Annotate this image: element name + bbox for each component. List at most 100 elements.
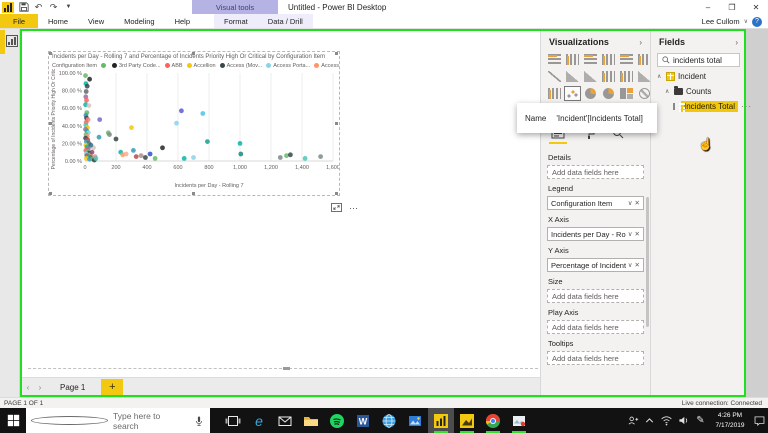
report-view-icon[interactable]	[6, 35, 18, 47]
account-name[interactable]: Lee Cullom	[702, 17, 740, 26]
expander-icon[interactable]: ∧	[657, 73, 663, 80]
power-bi-file-icon[interactable]	[454, 408, 480, 433]
field-pill-legend[interactable]: Configuration Item ∨ ✕	[547, 196, 644, 210]
legend-item[interactable]: Access Rack...	[314, 63, 339, 69]
pill-remove-icon[interactable]: ✕	[635, 199, 640, 207]
prev-page-icon[interactable]: ‹	[22, 383, 34, 392]
resize-handle[interactable]	[49, 192, 52, 195]
ribbon-tab-home[interactable]: Home	[38, 14, 78, 28]
100-stacked-bar-chart-icon[interactable]	[619, 53, 634, 66]
screenshot-tool-icon[interactable]	[506, 408, 532, 433]
edge-icon[interactable]: e	[246, 408, 272, 433]
pill-dropdown-icon[interactable]: ∨	[628, 261, 633, 269]
waterfall-chart-icon[interactable]	[547, 87, 562, 100]
report-canvas[interactable]: Incidents per Day - Rolling 7 and Percen…	[21, 29, 745, 397]
undo-icon[interactable]: ↶	[33, 2, 44, 13]
action-center-icon[interactable]	[751, 408, 768, 433]
minimize-button[interactable]: –	[696, 0, 720, 14]
more-options-icon[interactable]: ···	[741, 102, 752, 111]
well-dropzone-details[interactable]: Add data fields here	[547, 165, 644, 179]
pill-dropdown-icon[interactable]: ∨	[628, 199, 633, 207]
page-tab[interactable]: Page 1	[46, 378, 99, 396]
pill-remove-icon[interactable]: ✕	[635, 261, 640, 269]
focus-mode-icon[interactable]	[331, 199, 342, 217]
stacked-area-chart-icon[interactable]	[583, 70, 598, 83]
task-view-icon[interactable]	[220, 408, 246, 433]
scatter-chart-visual[interactable]: Incidents per Day - Rolling 7 and Percen…	[48, 51, 340, 196]
tree-item-incidents-total[interactable]: Incidents Total ···	[651, 99, 751, 114]
pill-remove-icon[interactable]: ✕	[635, 230, 640, 238]
resize-handle[interactable]	[49, 52, 52, 55]
volume-icon[interactable]	[675, 408, 692, 433]
mail-icon[interactable]	[272, 408, 298, 433]
maximize-button[interactable]: ❐	[720, 0, 744, 14]
clustered-bar-chart-icon[interactable]	[583, 53, 598, 66]
help-icon[interactable]: ?	[752, 16, 762, 27]
donut-chart-icon[interactable]	[601, 87, 616, 100]
treemap-icon[interactable]	[619, 87, 634, 100]
taskbar-search-input[interactable]: Type here to search	[26, 408, 210, 433]
legend-item[interactable]: ABB	[164, 63, 183, 69]
account-dropdown-icon[interactable]: ∨	[744, 18, 748, 25]
word-icon[interactable]: W	[350, 408, 376, 433]
resize-handle[interactable]	[192, 52, 195, 55]
ribbon-tab-format[interactable]: Format	[214, 14, 258, 28]
field-checkbox[interactable]	[673, 103, 675, 110]
line-chart-icon[interactable]	[547, 70, 562, 83]
pen-icon[interactable]: ✎	[692, 408, 709, 433]
save-icon[interactable]	[18, 2, 29, 13]
ribbon-tab-help[interactable]: Help	[165, 14, 200, 28]
clustered-column-chart-icon[interactable]	[601, 53, 616, 66]
expander-icon[interactable]: ∧	[665, 88, 671, 95]
legend-item[interactable]	[100, 63, 108, 68]
stacked-column-chart-icon[interactable]	[565, 53, 580, 66]
pie-chart-icon[interactable]	[583, 87, 598, 100]
pane-scrollbar[interactable]	[646, 197, 649, 327]
chrome-icon[interactable]	[480, 408, 506, 433]
microphone-icon[interactable]	[193, 415, 205, 427]
ribbon-tab-modeling[interactable]: Modeling	[114, 14, 164, 28]
resize-handle[interactable]	[192, 192, 195, 195]
field-search-input[interactable]: incidents total	[657, 53, 740, 67]
line-clustered-column-chart-icon[interactable]	[619, 70, 634, 83]
add-page-button[interactable]: +	[101, 378, 124, 396]
well-dropzone-size[interactable]: Add data fields here	[547, 289, 644, 303]
area-chart-icon[interactable]	[565, 70, 580, 83]
more-options-icon[interactable]: ⋯	[349, 203, 359, 214]
stacked-bar-chart-icon[interactable]	[547, 53, 562, 66]
next-page-icon[interactable]: ›	[34, 383, 46, 392]
resize-handle[interactable]	[335, 52, 338, 55]
chevron-up-icon[interactable]	[641, 408, 658, 433]
measure-label[interactable]: Incidents Total	[681, 101, 738, 112]
network-icon[interactable]	[658, 408, 675, 433]
resize-handle[interactable]	[49, 122, 52, 125]
ribbon-tab-view[interactable]: View	[78, 14, 114, 28]
qat-dropdown-icon[interactable]: ▼	[63, 2, 74, 13]
legend-item[interactable]: Access (Mov...	[219, 63, 262, 69]
taskbar-clock[interactable]: 4:26 PM 7/17/2019	[711, 411, 749, 431]
spotify-icon[interactable]	[324, 408, 350, 433]
redo-icon[interactable]: ↷	[48, 2, 59, 13]
tree-item-counts-folder[interactable]: ∧ Counts	[651, 84, 746, 99]
legend-item[interactable]: Accellion	[186, 63, 216, 69]
ribbon-tab-file[interactable]: File	[0, 14, 38, 28]
file-explorer-icon[interactable]	[298, 408, 324, 433]
legend-item[interactable]: Access Porta...	[266, 63, 310, 69]
well-dropzone-tooltips[interactable]: Add data fields here	[547, 351, 644, 365]
scatter-chart-icon[interactable]	[564, 86, 581, 101]
resize-handle[interactable]	[335, 122, 338, 125]
pill-dropdown-icon[interactable]: ∨	[628, 230, 633, 238]
legend-item[interactable]: 3rd Party Code...	[111, 63, 161, 69]
collapse-fields-pane-icon[interactable]: ›	[735, 38, 738, 47]
field-pill-y-axis[interactable]: Percentage of Incidents ∨ ✕	[547, 258, 644, 272]
start-button[interactable]	[0, 408, 26, 433]
power-bi-icon[interactable]	[428, 408, 454, 433]
collapse-pane-icon[interactable]: ›	[639, 38, 642, 47]
tree-item-incident-table[interactable]: ∧ Incident	[651, 69, 746, 84]
people-icon[interactable]	[624, 408, 641, 433]
ribbon-tab-data-drill[interactable]: Data / Drill	[258, 14, 313, 28]
close-button[interactable]: ✕	[744, 0, 768, 14]
field-pill-x-axis[interactable]: Incidents per Day - Rolli ∨ ✕	[547, 227, 644, 241]
browser-icon[interactable]	[376, 408, 402, 433]
resize-handle[interactable]	[335, 192, 338, 195]
